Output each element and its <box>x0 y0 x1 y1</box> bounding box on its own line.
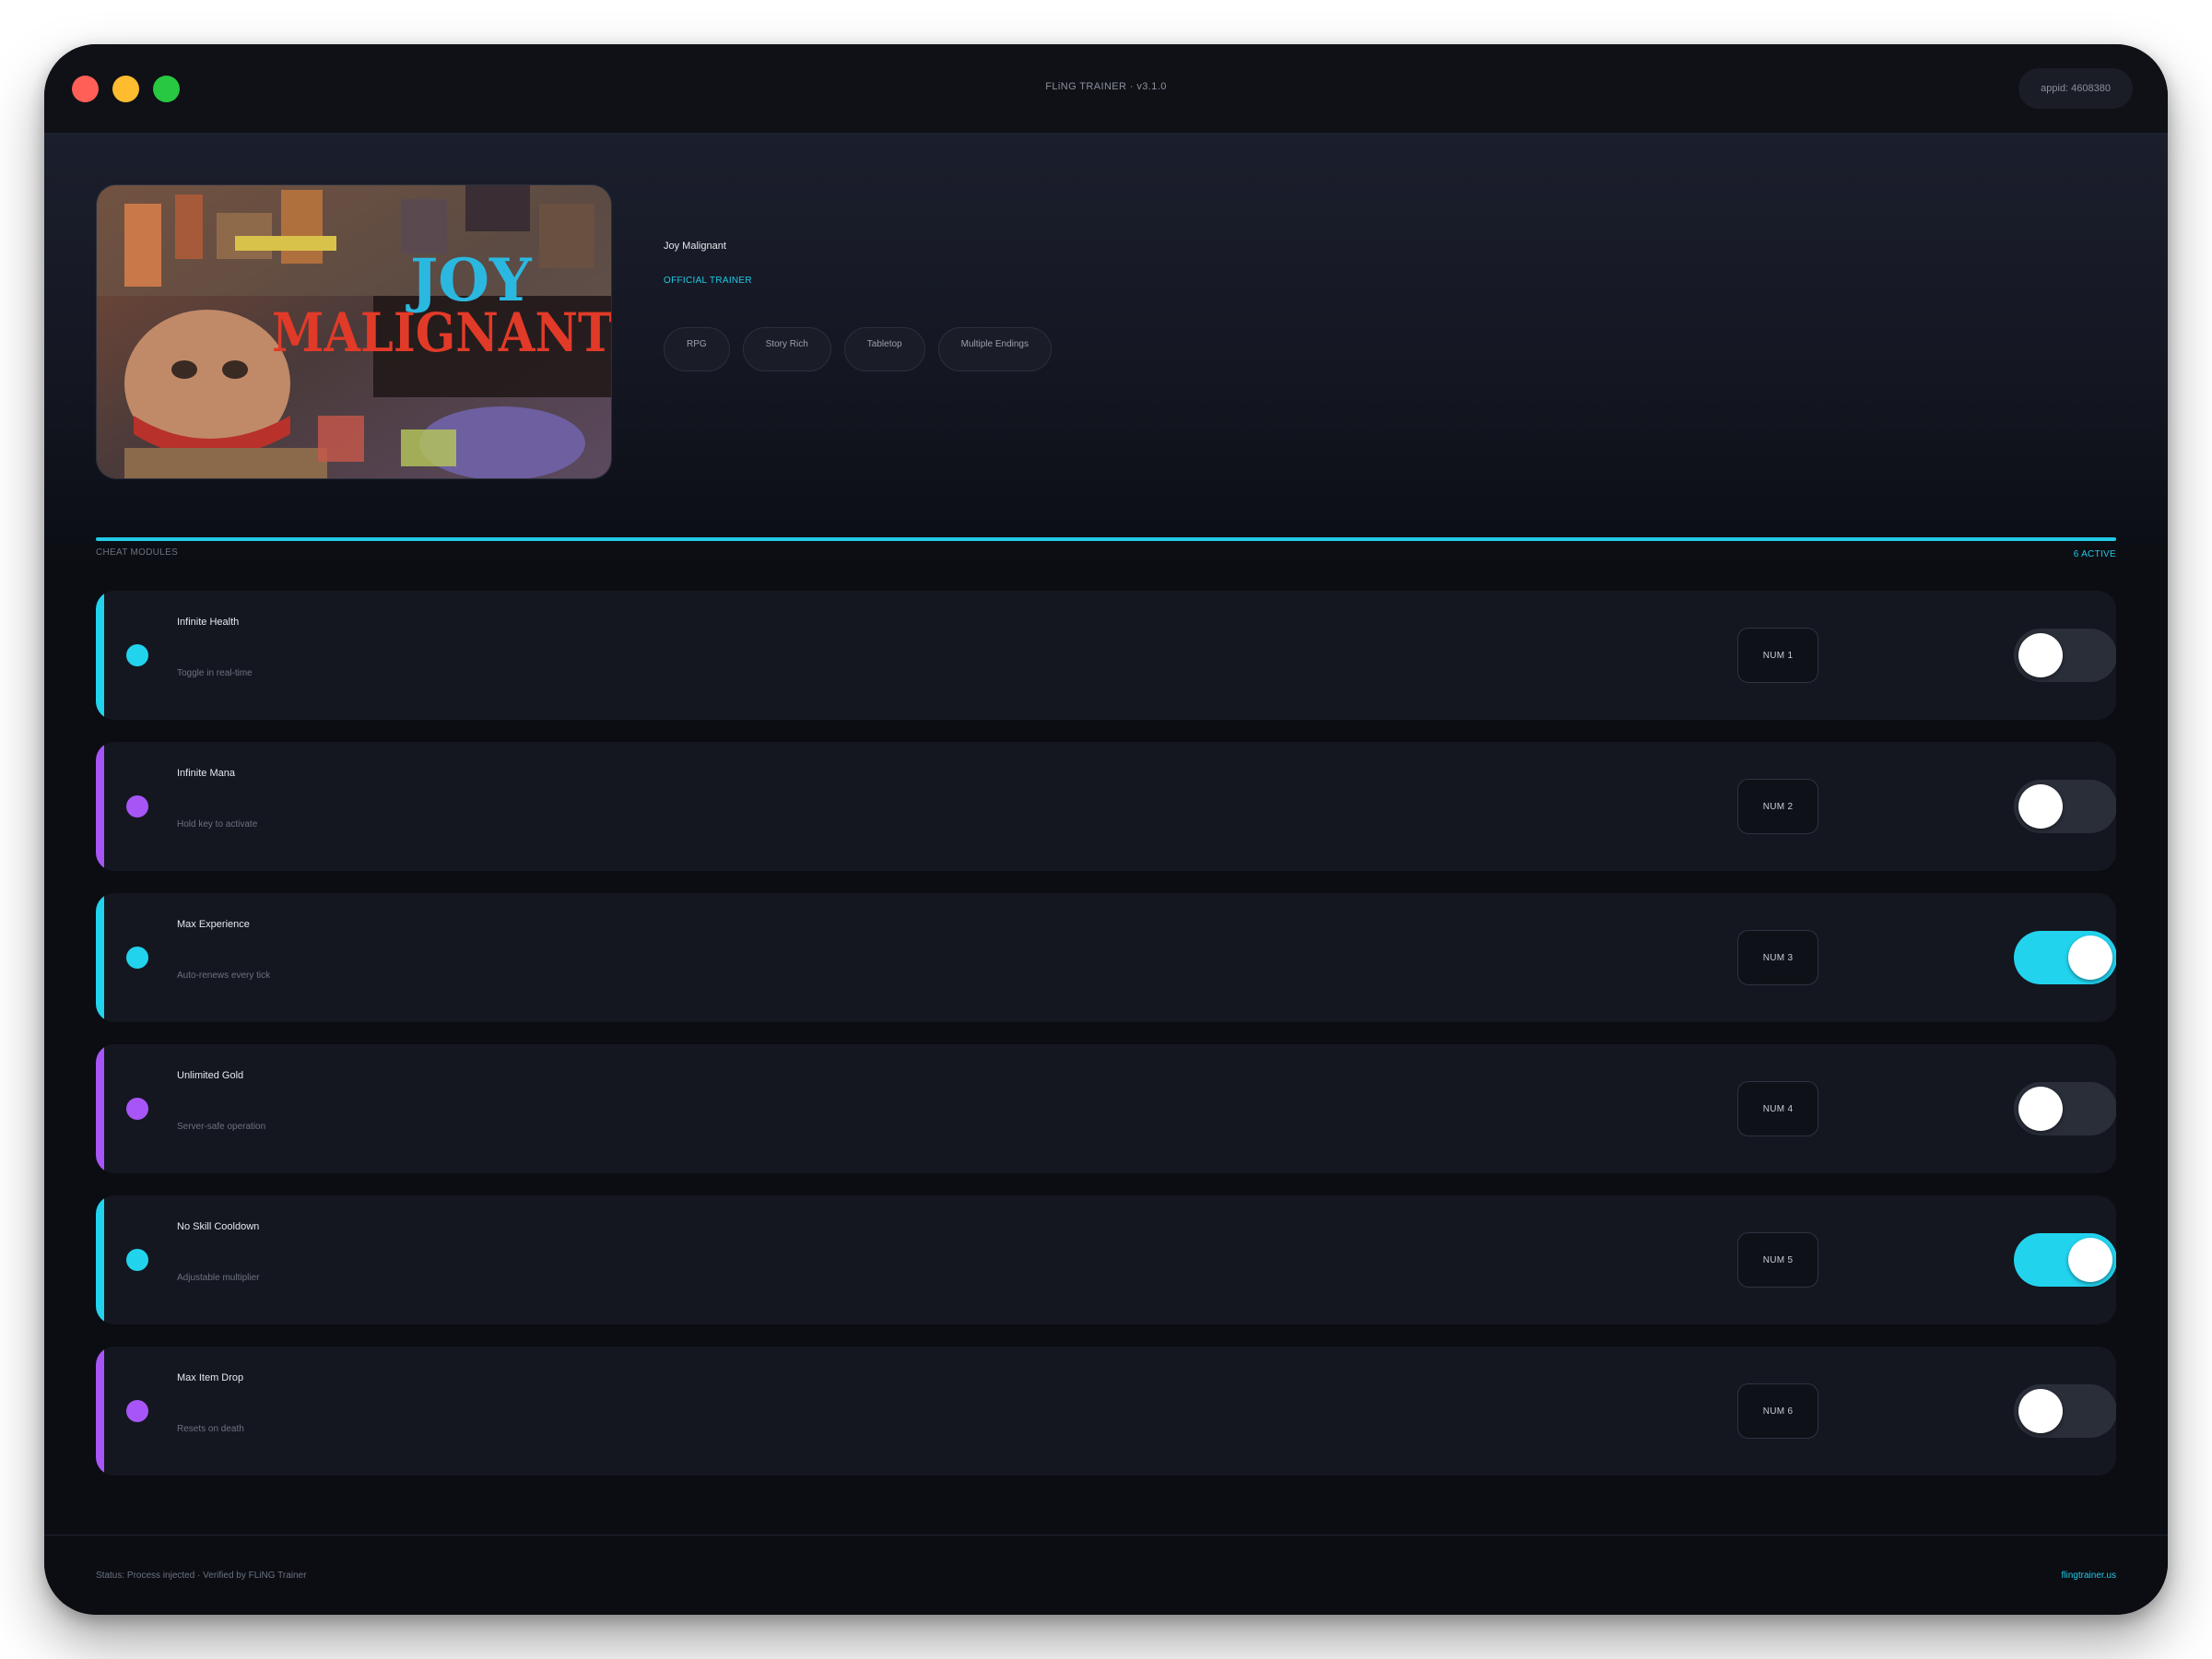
cheat-list: Infinite Health Toggle in real-time NUM … <box>96 591 2116 1498</box>
cheat-name: Unlimited Gold <box>177 1070 244 1081</box>
active-count: 6 ACTIVE <box>2073 549 2116 559</box>
hotkey-button[interactable]: NUM 3 <box>1737 930 1818 985</box>
tag-chip[interactable]: Multiple Endings <box>937 327 1052 371</box>
cheat-name: Max Experience <box>177 919 250 930</box>
cheat-toggle[interactable] <box>2014 931 2116 984</box>
status-dot-icon <box>126 1098 148 1120</box>
cheat-row: Max Experience Auto-renews every tick NU… <box>96 893 2116 1022</box>
cheat-row: Unlimited Gold Server-safe operation NUM… <box>96 1044 2116 1173</box>
cheat-name: Max Item Drop <box>177 1372 244 1383</box>
status-dot-icon <box>126 795 148 818</box>
status-dot-icon <box>126 947 148 969</box>
cheat-name: Infinite Health <box>177 617 240 628</box>
toggle-knob <box>2068 935 2112 980</box>
status-dot-icon <box>126 644 148 666</box>
title-bar: FLiNG TRAINER · v3.1.0 appid: 4608380 <box>44 44 2168 134</box>
cheat-name: No Skill Cooldown <box>177 1221 260 1232</box>
hotkey-button[interactable]: NUM 5 <box>1737 1232 1818 1288</box>
toggle-knob <box>2018 784 2063 829</box>
cheat-toggle[interactable] <box>2014 1384 2116 1438</box>
accent-bar <box>96 742 104 871</box>
accent-bar <box>96 591 104 720</box>
cheat-row: No Skill Cooldown Adjustable multiplier … <box>96 1195 2116 1324</box>
game-cover-image: JOY MALIGNANT <box>96 184 612 479</box>
status-bar: Status: Process injected · Verified by F… <box>44 1535 2168 1615</box>
toggle-knob <box>2018 1087 2063 1131</box>
cheat-toggle[interactable] <box>2014 1082 2116 1135</box>
accent-bar <box>96 893 104 1022</box>
website-link[interactable]: flingtrainer.us <box>2062 1571 2116 1581</box>
cheat-row: Max Item Drop Resets on death NUM 6 <box>96 1347 2116 1476</box>
toggle-knob <box>2068 1238 2112 1282</box>
appid-badge: appid: 4608380 <box>2018 68 2133 109</box>
cheat-toggle[interactable] <box>2014 1233 2116 1287</box>
cheat-toggle[interactable] <box>2014 780 2116 833</box>
cheat-row: Infinite Mana Hold key to activate NUM 2 <box>96 742 2116 871</box>
hotkey-button[interactable]: NUM 4 <box>1737 1081 1818 1136</box>
game-header: JOY MALIGNANT Joy Malignant OFFICIAL TRA… <box>44 134 2168 567</box>
game-title: Joy Malignant <box>664 241 726 252</box>
toggle-knob <box>2018 1389 2063 1433</box>
hotkey-button[interactable]: NUM 6 <box>1737 1383 1818 1439</box>
cheat-description: Adjustable multiplier <box>177 1273 260 1283</box>
hotkey-button[interactable]: NUM 2 <box>1737 779 1818 834</box>
cheat-toggle[interactable] <box>2014 629 2116 682</box>
trainer-window: FLiNG TRAINER · v3.1.0 appid: 4608380 JO… <box>44 44 2168 1615</box>
status-dot-icon <box>126 1400 148 1422</box>
official-trainer-badge: OFFICIAL TRAINER <box>664 276 752 286</box>
tag-chip[interactable]: Story Rich <box>742 327 831 371</box>
section-divider <box>96 537 2116 541</box>
accent-bar <box>96 1044 104 1173</box>
cheat-description: Auto-renews every tick <box>177 971 271 981</box>
toggle-knob <box>2018 633 2063 677</box>
accent-bar <box>96 1195 104 1324</box>
accent-bar <box>96 1347 104 1476</box>
cheat-name: Infinite Mana <box>177 768 235 779</box>
status-dot-icon <box>126 1249 148 1271</box>
cheat-description: Hold key to activate <box>177 819 258 830</box>
hotkey-button[interactable]: NUM 1 <box>1737 628 1818 683</box>
tag-chip[interactable]: RPG <box>664 327 730 371</box>
cover-artwork: JOY MALIGNANT <box>97 185 612 478</box>
cheat-description: Server-safe operation <box>177 1122 266 1132</box>
section-title: CHEAT MODULES <box>96 547 179 558</box>
cheat-description: Toggle in real-time <box>177 668 253 678</box>
cheat-row: Infinite Health Toggle in real-time NUM … <box>96 591 2116 720</box>
window-title: FLiNG TRAINER · v3.1.0 <box>1045 81 1167 92</box>
cheat-description: Resets on death <box>177 1424 244 1434</box>
cover-title-line2: MALIGNANT <box>272 301 612 364</box>
status-text: Status: Process injected · Verified by F… <box>96 1571 307 1581</box>
tag-chip[interactable]: Tabletop <box>843 327 925 371</box>
game-tags: RPG Story Rich Tabletop Multiple Endings <box>664 327 1052 371</box>
